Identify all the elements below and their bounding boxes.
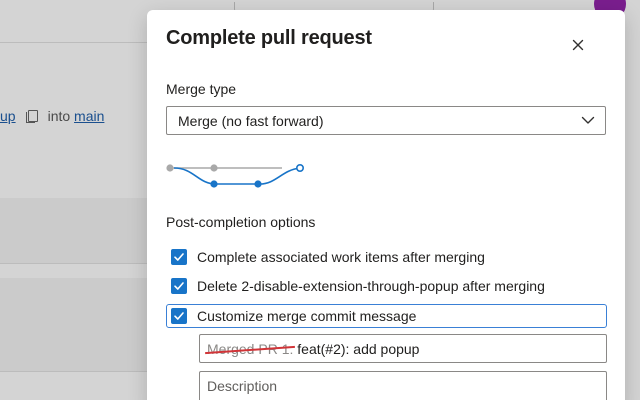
dialog-title: Complete pull request — [166, 27, 372, 49]
close-button[interactable] — [569, 36, 587, 54]
background-divider — [0, 42, 150, 43]
option-label: Complete associated work items after mer… — [197, 249, 485, 265]
background-card — [0, 198, 150, 264]
description-placeholder: Description — [207, 378, 278, 394]
close-icon — [572, 39, 584, 51]
complete-pull-request-dialog: Complete pull request Merge type Merge (… — [147, 10, 625, 400]
chevron-down-icon — [581, 116, 595, 124]
checkmark-icon — [174, 253, 184, 261]
post-completion-label: Post-completion options — [166, 214, 316, 230]
merge-type-selected: Merge (no fast forward) — [178, 112, 324, 129]
checkmark-icon — [174, 312, 184, 320]
delete-branch-option[interactable]: Delete 2-disable-extension-through-popup… — [171, 274, 545, 298]
merge-commit-message-input[interactable]: Merged PR 1: feat(#2): add popup — [199, 334, 607, 363]
customize-commit-message-option[interactable]: Customize merge commit message — [166, 304, 607, 328]
merge-type-dropdown[interactable]: Merge (no fast forward) — [166, 106, 606, 135]
complete-work-items-option[interactable]: Complete associated work items after mer… — [171, 245, 485, 269]
target-branch-link: main — [74, 108, 105, 124]
checkmark-icon — [174, 282, 184, 290]
merge-type-label: Merge type — [166, 81, 237, 97]
option-label: Delete 2-disable-extension-through-popup… — [197, 278, 545, 294]
into-label: into — [47, 108, 71, 124]
checkbox-checked[interactable] — [171, 278, 187, 294]
merge-graph-icon — [166, 164, 305, 188]
struck-prefix: Merged PR 1: — [207, 340, 294, 357]
background-card — [0, 278, 150, 372]
commit-message-text: feat(#2): add popup — [293, 340, 420, 357]
copy-icon — [25, 110, 38, 123]
checkbox-checked[interactable] — [171, 249, 187, 265]
description-input[interactable]: Description — [199, 371, 607, 400]
checkbox-checked[interactable] — [171, 308, 187, 324]
source-branch-link: up — [0, 108, 16, 124]
background-branch-info: up into main — [0, 107, 104, 125]
option-label: Customize merge commit message — [197, 308, 417, 324]
